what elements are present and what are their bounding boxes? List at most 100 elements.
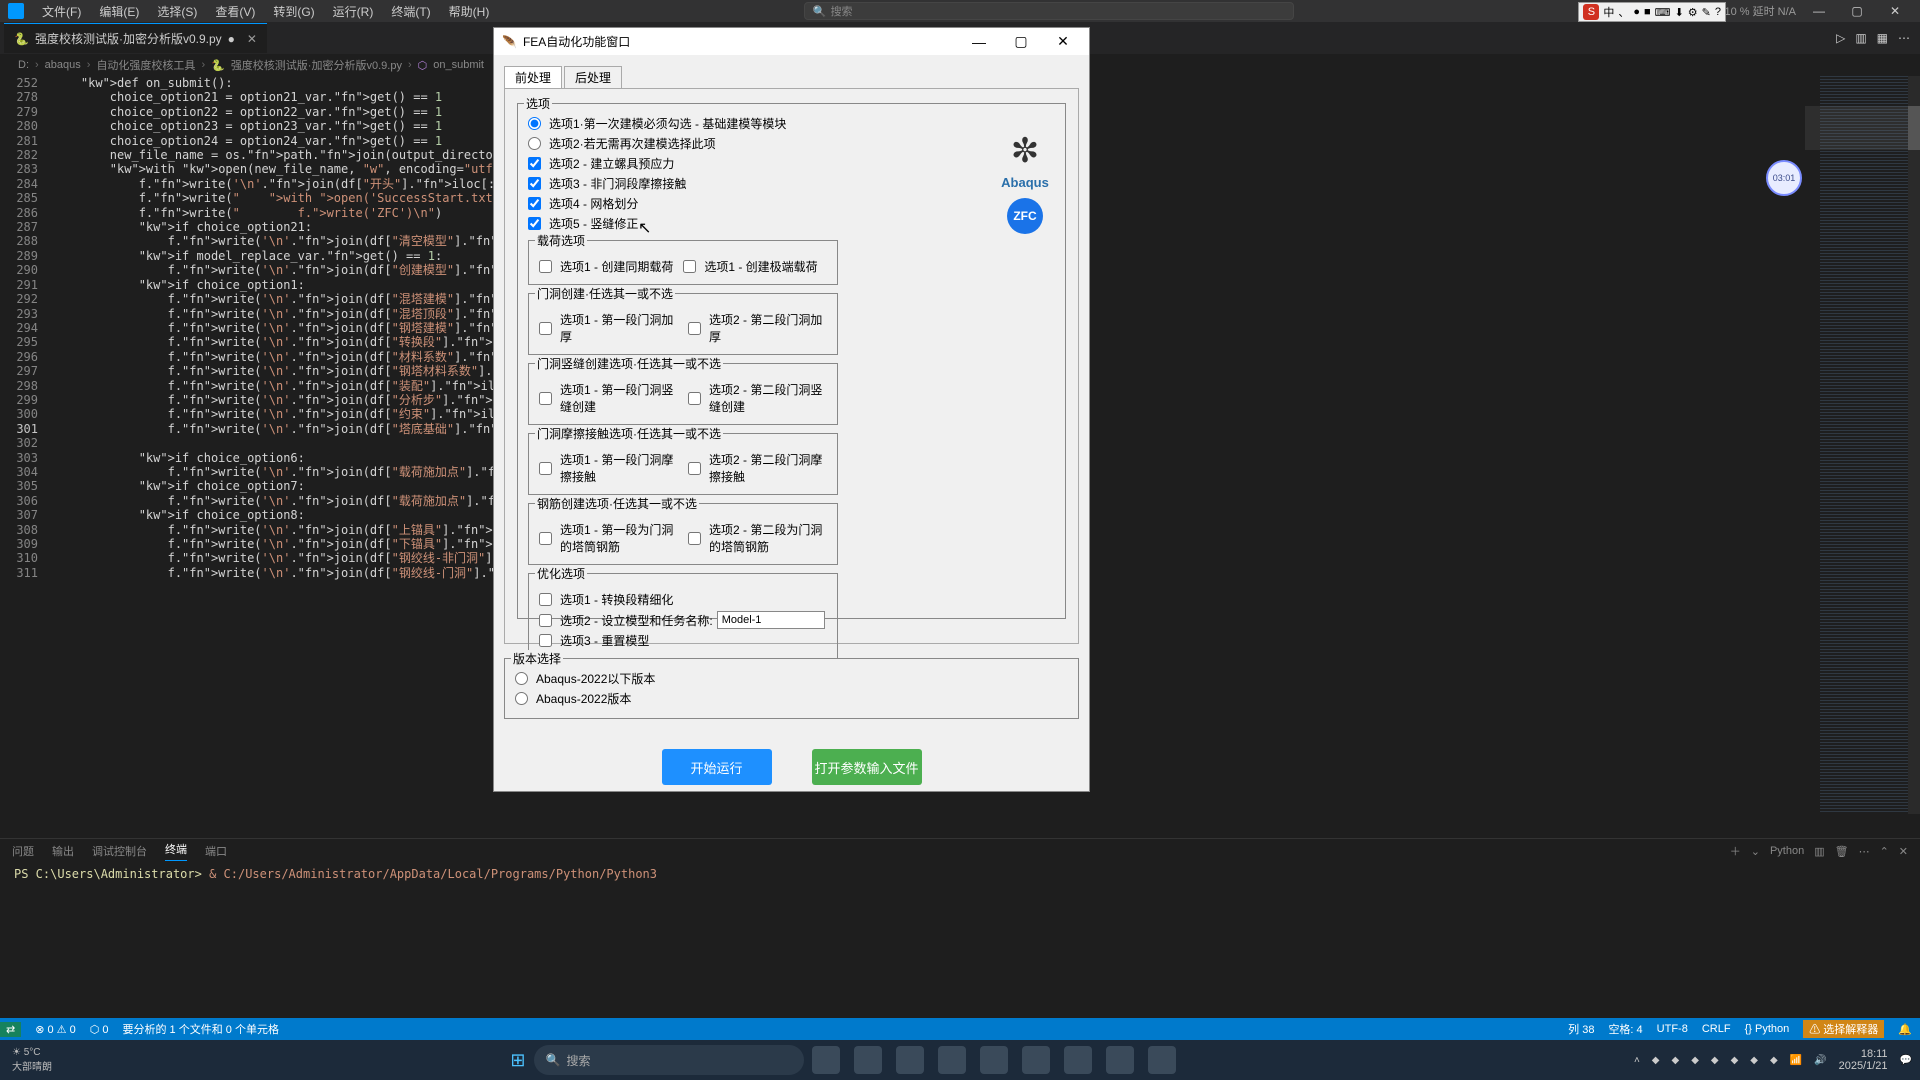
start-icon[interactable]: ⊞ — [510, 1050, 525, 1071]
dialog-maximize-button[interactable]: ▢ — [1003, 33, 1039, 50]
menu-run[interactable]: 运行(R) — [333, 3, 374, 20]
tab-postprocess[interactable]: 后处理 — [564, 66, 622, 89]
door-c1-check[interactable] — [539, 322, 552, 335]
tray-icon-3[interactable]: ◆ — [1691, 1055, 1699, 1066]
opt1-radio[interactable] — [528, 117, 541, 130]
tray-icon-6[interactable]: ◆ — [1750, 1055, 1758, 1066]
grid-icon[interactable]: ▦ — [1877, 31, 1888, 45]
trash-icon[interactable]: 🗑 — [1835, 845, 1849, 858]
menu-file[interactable]: 文件(F) — [42, 3, 81, 20]
tray-wifi-icon[interactable]: 📶 — [1790, 1055, 1802, 1066]
tray-icon-4[interactable]: ◆ — [1711, 1055, 1719, 1066]
status-notif-icon[interactable]: 🔔 — [1898, 1023, 1912, 1036]
status-encoding[interactable]: UTF-8 — [1657, 1023, 1688, 1035]
ime-i6[interactable]: ⚙ — [1688, 6, 1698, 19]
taskbar-search[interactable]: 🔍 搜索 — [534, 1045, 804, 1075]
ime-i7[interactable]: ✎ — [1702, 6, 1711, 19]
optim3-check[interactable] — [539, 634, 552, 647]
tray-icon-1[interactable]: ◆ — [1652, 1055, 1660, 1066]
ime-lang[interactable]: 中 — [1603, 4, 1614, 20]
maximize-panel-icon[interactable]: ⌃ — [1880, 845, 1889, 858]
menu-select[interactable]: 选择(S) — [157, 3, 197, 20]
tab-terminal[interactable]: 终端 — [165, 841, 187, 861]
scrollbar-track[interactable] — [1908, 76, 1920, 814]
ime-i3[interactable]: ■ — [1644, 6, 1651, 18]
ime-toolbar[interactable]: S 中 、 ● ■ ⌨ ⬇ ⚙ ✎ ? — [1578, 2, 1726, 22]
menu-terminal[interactable]: 终端(T) — [391, 3, 430, 20]
open-params-button[interactable]: 打开参数输入文件 — [812, 749, 922, 785]
door-s2-check[interactable] — [688, 392, 701, 405]
status-errors[interactable]: ⊗ 0 ⚠ 0 — [35, 1023, 75, 1036]
opt3-check[interactable] — [528, 177, 541, 190]
close-panel-icon[interactable]: ✕ — [1899, 845, 1908, 858]
status-indent[interactable]: 空格: 4 — [1608, 1021, 1642, 1037]
opt4-check[interactable] — [528, 197, 541, 210]
minimap-viewport[interactable] — [1805, 106, 1920, 150]
maximize-button[interactable]: ▢ — [1840, 4, 1874, 18]
ime-i5[interactable]: ⬇ — [1675, 6, 1684, 19]
menu-edit[interactable]: 编辑(E) — [99, 3, 139, 20]
tab-close-icon[interactable]: ✕ — [247, 32, 257, 46]
model-name-input[interactable] — [717, 611, 825, 629]
optim1-check[interactable] — [539, 593, 552, 606]
ver1-radio[interactable] — [515, 672, 528, 685]
tab-problems[interactable]: 问题 — [12, 843, 34, 859]
bc-tool[interactable]: 自动化强度校核工具 — [96, 57, 195, 73]
door-c2-check[interactable] — [688, 322, 701, 335]
taskbar-clock[interactable]: 18:11 2025/1/21 — [1839, 1048, 1888, 1072]
opt1b-radio[interactable] — [528, 137, 541, 150]
status-analysis[interactable]: 要分析的 1 个文件和 0 个单元格 — [122, 1021, 278, 1037]
taskbar-app-9[interactable] — [1148, 1046, 1176, 1074]
dialog-close-button[interactable]: ✕ — [1045, 33, 1081, 50]
bc-fn[interactable]: on_submit — [433, 59, 484, 71]
minimize-button[interactable]: — — [1802, 4, 1836, 18]
dialog-titlebar[interactable]: 🪶 FEA自动化功能窗口 — ▢ ✕ — [494, 28, 1089, 55]
status-ports[interactable]: ⬡ 0 — [90, 1023, 109, 1036]
ime-i4[interactable]: ⌨ — [1655, 6, 1671, 19]
more-terminal-icon[interactable]: ⋯ — [1859, 845, 1870, 858]
taskbar-app-5[interactable] — [980, 1046, 1008, 1074]
more-icon[interactable]: ⋯ — [1898, 31, 1910, 45]
taskbar-app-4[interactable] — [938, 1046, 966, 1074]
tray-icon-5[interactable]: ◆ — [1731, 1055, 1739, 1066]
ime-i1[interactable]: 、 — [1618, 4, 1629, 20]
menu-view[interactable]: 查看(V) — [215, 3, 255, 20]
rebar1-check[interactable] — [539, 532, 552, 545]
minimap[interactable] — [1805, 76, 1920, 814]
tray-icon-7[interactable]: ◆ — [1770, 1055, 1778, 1066]
status-eol[interactable]: CRLF — [1702, 1023, 1731, 1035]
scrollbar-thumb[interactable] — [1908, 106, 1920, 150]
tab-ports[interactable]: 端口 — [205, 843, 227, 859]
optim2-check[interactable] — [539, 614, 552, 627]
tray-volume-icon[interactable]: 🔊 — [1814, 1055, 1826, 1066]
taskbar-app-1[interactable] — [812, 1046, 840, 1074]
ime-i2[interactable]: ● — [1633, 6, 1640, 18]
menu-help[interactable]: 帮助(H) — [449, 3, 490, 20]
timer-widget[interactable]: 03:01 — [1766, 160, 1802, 196]
door-f1-check[interactable] — [539, 462, 552, 475]
tab-output[interactable]: 输出 — [52, 843, 74, 859]
load1-check[interactable] — [539, 260, 552, 273]
dialog-minimize-button[interactable]: — — [961, 34, 997, 50]
command-center-input[interactable]: 🔍 搜索 — [804, 2, 1294, 20]
tray-icon-2[interactable]: ◆ — [1671, 1055, 1679, 1066]
tab-debug[interactable]: 调试控制台 — [92, 843, 147, 859]
terminal-dropdown-icon[interactable]: ⌄ — [1751, 845, 1760, 858]
taskbar-app-2[interactable] — [854, 1046, 882, 1074]
bc-d[interactable]: D: — [18, 59, 29, 71]
status-lang[interactable]: {} Python — [1745, 1023, 1790, 1035]
rebar2-check[interactable] — [688, 532, 701, 545]
taskbar-app-7[interactable] — [1064, 1046, 1092, 1074]
bc-file[interactable]: 强度校核测试版·加密分析版v0.9.py — [231, 57, 402, 73]
taskbar-app-3[interactable] — [896, 1046, 924, 1074]
terminal-lang[interactable]: Python — [1770, 845, 1804, 857]
load2-check[interactable] — [683, 260, 696, 273]
terminal-body[interactable]: PS C:\Users\Administrator> & C:/Users/Ad… — [0, 863, 1920, 885]
opt5-check[interactable] — [528, 217, 541, 230]
new-terminal-icon[interactable]: ＋ — [1730, 843, 1741, 859]
editor-tab[interactable]: 🐍 强度校核测试版·加密分析版v0.9.py ● ✕ — [4, 23, 267, 53]
tray-up-icon[interactable]: ˄ — [1634, 1055, 1640, 1066]
tab-preprocess[interactable]: 前处理 — [504, 66, 562, 89]
status-col[interactable]: 列 38 — [1568, 1021, 1594, 1037]
remote-icon[interactable]: ⇄ — [0, 1022, 21, 1037]
